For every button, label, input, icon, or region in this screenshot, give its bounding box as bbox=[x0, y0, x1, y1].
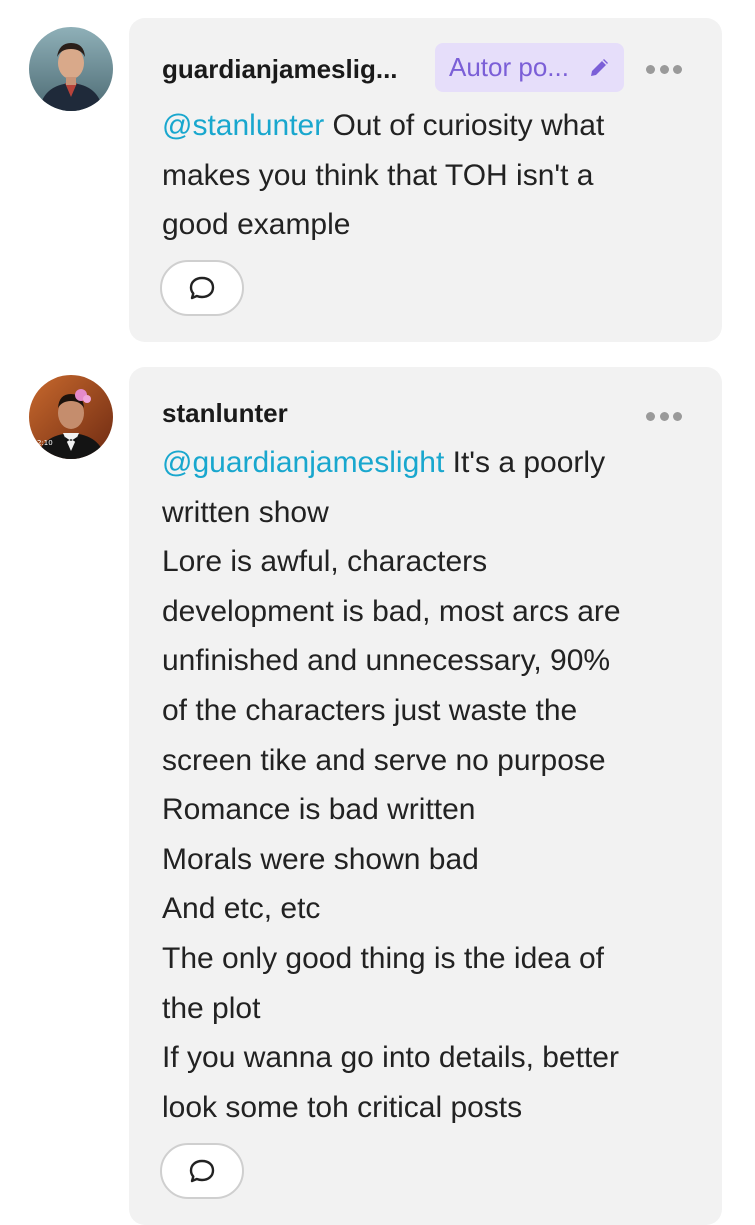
comment-line: @guardianjameslight It's a poorly bbox=[162, 446, 606, 479]
comment-line: makes you think that TOH isn't a bbox=[162, 158, 594, 192]
more-dots-icon bbox=[646, 64, 655, 74]
comment-line: The only good thing is the idea of bbox=[162, 941, 604, 975]
author-badge-label: Autor po... bbox=[449, 52, 569, 82]
comment-line: of the characters just waste the bbox=[162, 693, 578, 727]
more-dots-icon bbox=[646, 411, 655, 421]
comment-line: Lore is awful, characters bbox=[162, 545, 488, 579]
comment-card: stanlunter @guardianjameslight It's a po… bbox=[129, 367, 722, 1225]
comment-text: @stanlunter Out of curiosity what makes … bbox=[162, 101, 692, 250]
avatar-image bbox=[29, 27, 113, 111]
reply-button[interactable] bbox=[160, 260, 244, 316]
comment-line: If you wanna go into details, better bbox=[162, 1041, 619, 1075]
comment-username[interactable]: stanlunter bbox=[162, 398, 288, 429]
comment-line: written show bbox=[162, 495, 329, 529]
avatar[interactable] bbox=[29, 27, 113, 111]
mention-link[interactable]: @guardianjameslight bbox=[162, 446, 444, 479]
comment-line: the plot bbox=[162, 991, 261, 1025]
comment-line: development is bad, most arcs are bbox=[162, 594, 621, 628]
comment-line: @stanlunter Out of curiosity what bbox=[162, 109, 605, 142]
comment-username[interactable]: guardianjameslig... bbox=[162, 54, 398, 85]
pencil-icon bbox=[591, 59, 608, 76]
speech-bubble-icon bbox=[189, 276, 215, 300]
comment-line: look some toh critical posts bbox=[162, 1090, 523, 1124]
comment-line: unfinished and unnecessary, 90% bbox=[162, 644, 611, 678]
author-badge: Autor po... bbox=[435, 43, 624, 92]
comment-line: And etc, etc bbox=[162, 892, 321, 926]
avatar[interactable]: 2:10 bbox=[29, 375, 113, 459]
comment-line: Romance is bad written bbox=[162, 793, 476, 827]
more-options-button[interactable] bbox=[646, 63, 682, 75]
mention-link[interactable]: @stanlunter bbox=[162, 109, 324, 142]
comment-text: @guardianjameslight It's a poorly writte… bbox=[162, 438, 692, 1132]
comment-card: guardianjameslig... Autor po... @stanlun… bbox=[129, 18, 722, 342]
reply-button[interactable] bbox=[160, 1143, 244, 1199]
comment-line: screen tike and serve no purpose bbox=[162, 743, 606, 777]
comment-line: Morals were shown bad bbox=[162, 842, 479, 876]
comment-line: good example bbox=[162, 208, 351, 242]
more-options-button[interactable] bbox=[646, 410, 682, 422]
svg-text:2:10: 2:10 bbox=[37, 439, 53, 447]
avatar-image: 2:10 bbox=[29, 375, 113, 459]
speech-bubble-icon bbox=[189, 1159, 215, 1183]
